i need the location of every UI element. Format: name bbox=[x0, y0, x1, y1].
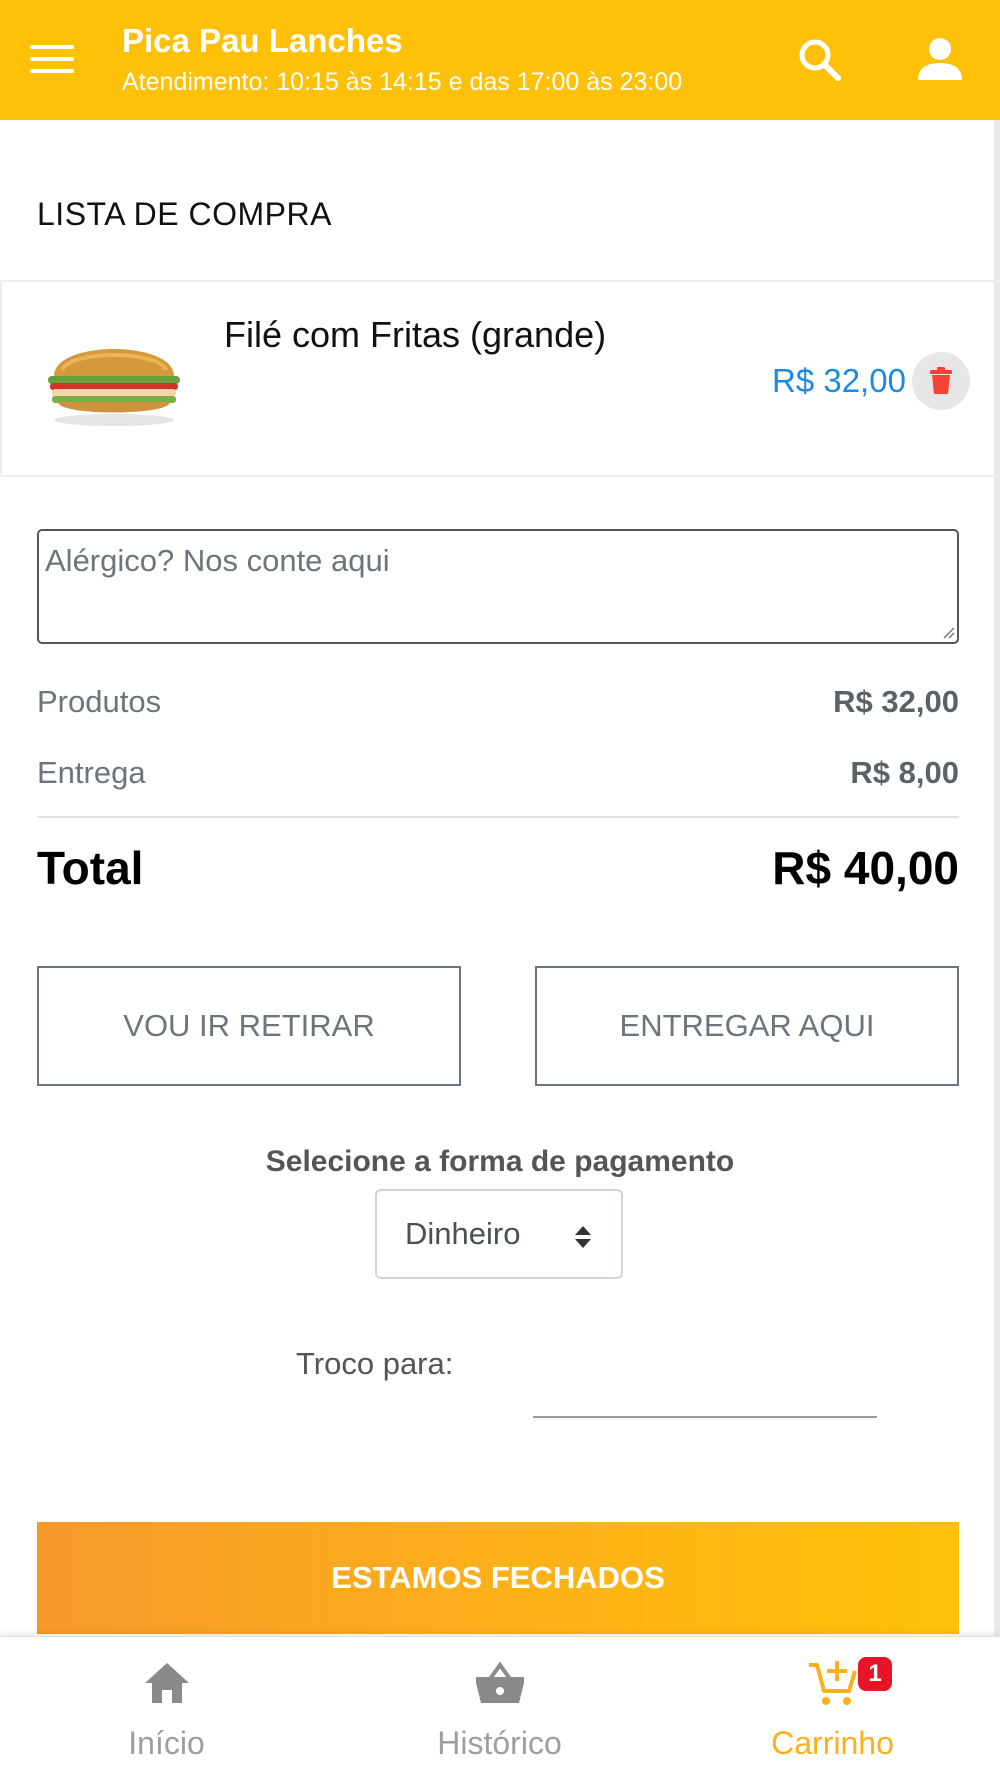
total-label: Total bbox=[37, 842, 144, 894]
basket-icon bbox=[475, 1661, 524, 1703]
menu-line bbox=[30, 45, 74, 49]
user-icon[interactable] bbox=[910, 30, 970, 90]
deliver-here-button[interactable]: ENTREGAR AQUI bbox=[535, 966, 959, 1086]
delivery-value: R$ 8,00 bbox=[850, 755, 959, 790]
menu-line bbox=[30, 57, 74, 61]
payment-method-value: Dinheiro bbox=[405, 1216, 521, 1251]
app-title: Pica Pau Lanches bbox=[122, 22, 403, 59]
resize-grip-icon[interactable] bbox=[942, 626, 956, 640]
pickup-button[interactable]: VOU IR RETIRAR bbox=[37, 966, 461, 1086]
hamburger-menu-icon[interactable] bbox=[30, 34, 90, 84]
delete-item-button[interactable] bbox=[912, 352, 970, 410]
nav-item-cart[interactable]: Carrinho bbox=[666, 1637, 999, 1778]
total-value: R$ 40,00 bbox=[772, 842, 959, 894]
checkout-closed-button[interactable]: ESTAMOS FECHADOS bbox=[37, 1522, 959, 1634]
cart-count-badge: 1 bbox=[858, 1657, 892, 1691]
products-value: R$ 32,00 bbox=[833, 684, 959, 719]
products-label: Produtos bbox=[37, 684, 162, 719]
bottom-nav: Início Histórico Carrinho 1 bbox=[0, 1636, 1000, 1778]
divider bbox=[37, 816, 959, 818]
burger-image bbox=[40, 332, 188, 428]
payment-method-select[interactable]: Dinheiro bbox=[375, 1189, 623, 1279]
cart-item: Filé com Fritas (grande) R$ 32,00 bbox=[0, 280, 1000, 477]
nav-label: Histórico bbox=[437, 1725, 562, 1761]
allergy-notes-input[interactable] bbox=[37, 529, 959, 644]
item-price: R$ 32,00 bbox=[772, 362, 906, 399]
change-input[interactable] bbox=[533, 1322, 877, 1418]
delivery-label: Entrega bbox=[37, 755, 146, 790]
menu-line bbox=[30, 69, 74, 73]
nav-label: Início bbox=[128, 1725, 205, 1761]
nav-item-history[interactable]: Histórico bbox=[333, 1637, 666, 1778]
nav-item-home[interactable]: Início bbox=[0, 1637, 333, 1778]
home-icon bbox=[144, 1663, 189, 1703]
item-name: Filé com Fritas (grande) bbox=[224, 314, 607, 355]
payment-label: Selecione a forma de pagamento bbox=[265, 1145, 735, 1178]
app-bar: Pica Pau Lanches Atendimento: 10:15 às 1… bbox=[0, 0, 1000, 120]
section-title: LISTA DE COMPRA bbox=[37, 196, 332, 232]
opening-hours: Atendimento: 10:15 às 14:15 e das 17:00 … bbox=[122, 68, 683, 96]
trash-icon bbox=[930, 367, 952, 394]
nav-label: Carrinho bbox=[771, 1725, 894, 1761]
cart-plus-icon bbox=[808, 1661, 857, 1705]
select-arrows-icon bbox=[575, 1226, 591, 1248]
change-label: Troco para: bbox=[296, 1346, 454, 1381]
search-icon[interactable] bbox=[790, 30, 850, 90]
